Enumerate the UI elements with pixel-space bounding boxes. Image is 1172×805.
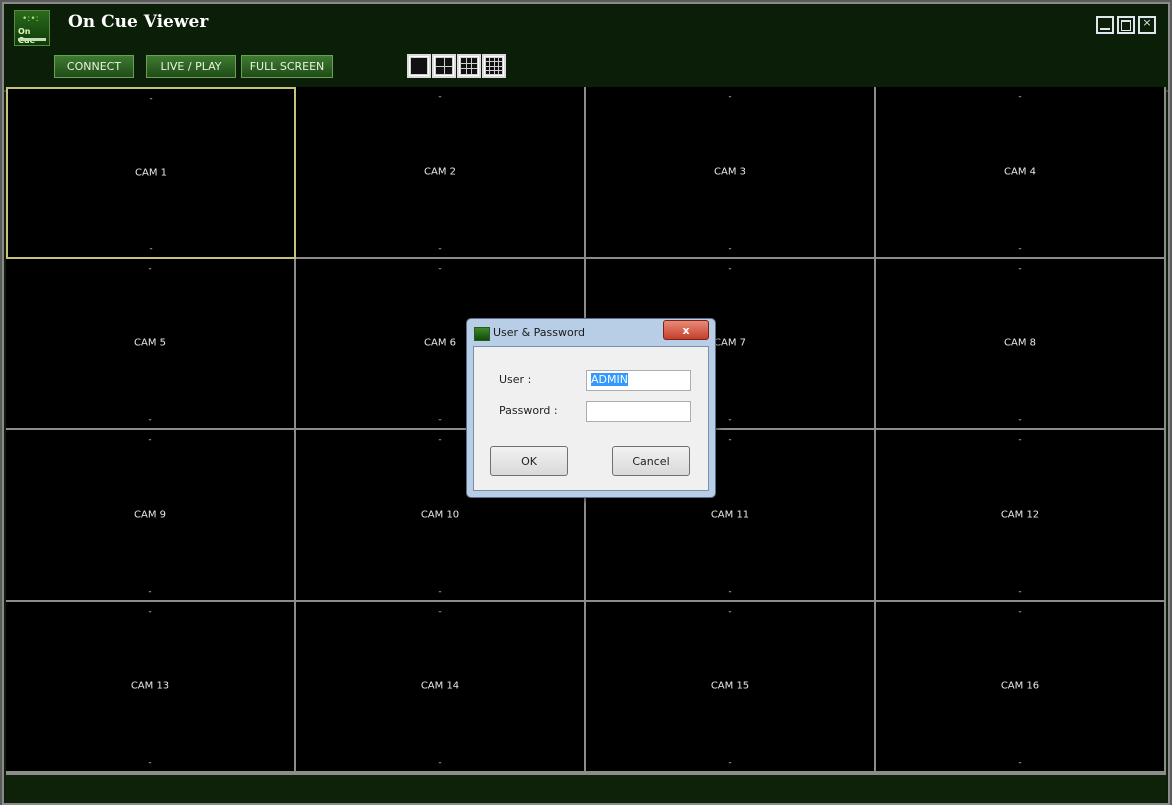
camera-tile[interactable]: - CAM 2 - (296, 87, 586, 259)
tile-status-top: - (148, 606, 152, 617)
2x2-layout-icon (435, 57, 453, 75)
camera-tile[interactable]: - CAM 1 - (6, 87, 296, 259)
tile-status-top: - (728, 606, 732, 617)
tile-status-bottom: - (728, 586, 732, 597)
tile-status-bottom: - (1018, 243, 1022, 254)
3x3-layout-icon (460, 57, 478, 75)
tile-status-bottom: - (148, 415, 152, 425)
layout-1x1-button[interactable] (407, 54, 431, 78)
tile-status-bottom: - (438, 758, 442, 768)
tile-status-top: - (438, 92, 442, 102)
camera-tile[interactable]: - CAM 5 - (6, 258, 296, 430)
tile-status-bottom: - (1018, 758, 1022, 768)
camera-tile[interactable]: - CAM 13 - (6, 601, 296, 773)
tile-status-top: - (149, 94, 153, 104)
layout-2x2-button[interactable] (432, 54, 456, 78)
logo-bar (18, 38, 46, 41)
camera-tile[interactable]: - CAM 12 - (876, 430, 1166, 602)
layout-4x4-button[interactable] (482, 54, 506, 78)
tile-status-top: - (148, 435, 152, 445)
logo-text: On Cue (18, 27, 35, 45)
tile-status-top: - (148, 263, 152, 274)
camera-label: CAM 8 (1004, 337, 1036, 349)
password-label: Password : (499, 404, 558, 417)
tile-status-top: - (728, 92, 732, 102)
title-bar: •:•: On Cue On Cue Viewer CONNECT LIVE /… (4, 4, 1168, 92)
maximize-icon (1121, 20, 1131, 31)
1x1-layout-icon (410, 57, 428, 75)
app-small-icon (474, 327, 490, 341)
tile-status-bottom: - (438, 586, 442, 597)
tile-status-top: - (438, 606, 442, 617)
layout-3x3-button[interactable] (457, 54, 481, 78)
maximize-button[interactable] (1117, 16, 1135, 34)
camera-tile[interactable]: - CAM 4 - (876, 87, 1166, 259)
tile-status-bottom: - (148, 758, 152, 768)
app-title: On Cue Viewer (68, 12, 209, 32)
camera-label: CAM 2 (424, 166, 456, 178)
camera-tile[interactable]: - CAM 8 - (876, 258, 1166, 430)
tile-status-top: - (438, 263, 442, 274)
cancel-button[interactable]: Cancel (612, 446, 690, 476)
login-dialog: User & Password x User : ADMIN Password … (466, 318, 716, 498)
close-icon: x (682, 323, 690, 337)
user-field-value: ADMIN (591, 373, 628, 386)
tile-status-bottom: - (728, 243, 732, 254)
dialog-body: User : ADMIN Password : OK Cancel (473, 346, 709, 491)
tile-status-bottom: - (728, 758, 732, 768)
camera-label: CAM 13 (130, 680, 170, 692)
app-logo: •:•: On Cue (14, 10, 50, 46)
tile-status-bottom: - (438, 243, 442, 254)
full-screen-button[interactable]: FULL SCREEN (241, 55, 333, 78)
ok-button[interactable]: OK (490, 446, 568, 476)
camera-label: CAM 5 (134, 337, 166, 349)
connect-button[interactable]: CONNECT (54, 55, 134, 78)
tile-status-top: - (1018, 92, 1022, 102)
user-label: User : (499, 373, 532, 386)
camera-tile[interactable]: - CAM 16 - (876, 601, 1166, 773)
dialog-close-button[interactable]: x (663, 320, 709, 340)
tile-status-top: - (728, 263, 732, 274)
tile-status-top: - (1018, 606, 1022, 617)
close-button[interactable]: × (1138, 16, 1156, 34)
tile-status-top: - (1018, 263, 1022, 274)
minimize-button[interactable] (1096, 16, 1114, 34)
camera-label: CAM 1 (135, 167, 167, 179)
password-field[interactable] (586, 401, 691, 422)
tile-status-bottom: - (149, 243, 153, 254)
camera-label: CAM 3 (714, 166, 746, 178)
camera-label: CAM 12 (1000, 509, 1040, 521)
camera-label: CAM 11 (710, 509, 750, 521)
logo-dots: •:•: (22, 14, 39, 24)
tile-status-bottom: - (1018, 415, 1022, 425)
camera-tile[interactable]: - CAM 15 - (586, 601, 876, 773)
live-play-button[interactable]: LIVE / PLAY (146, 55, 236, 78)
camera-label: CAM 16 (1000, 680, 1040, 692)
camera-tile[interactable]: - CAM 3 - (586, 87, 876, 259)
camera-label: CAM 15 (710, 680, 750, 692)
4x4-layout-icon (484, 56, 504, 76)
tile-status-bottom: - (148, 586, 152, 597)
minimize-icon (1100, 28, 1110, 30)
tile-status-bottom: - (1018, 586, 1022, 597)
camera-label: CAM 10 (420, 509, 460, 521)
dialog-title: User & Password (493, 326, 586, 339)
camera-tile[interactable]: - CAM 14 - (296, 601, 586, 773)
tile-status-top: - (1018, 435, 1022, 445)
camera-tile[interactable]: - CAM 9 - (6, 430, 296, 602)
status-bar (6, 773, 1166, 803)
close-icon: × (1142, 16, 1152, 29)
camera-label: CAM 9 (134, 509, 166, 521)
camera-label: CAM 14 (420, 680, 460, 692)
user-field[interactable]: ADMIN (586, 370, 691, 391)
camera-label: CAM 4 (1004, 166, 1036, 178)
